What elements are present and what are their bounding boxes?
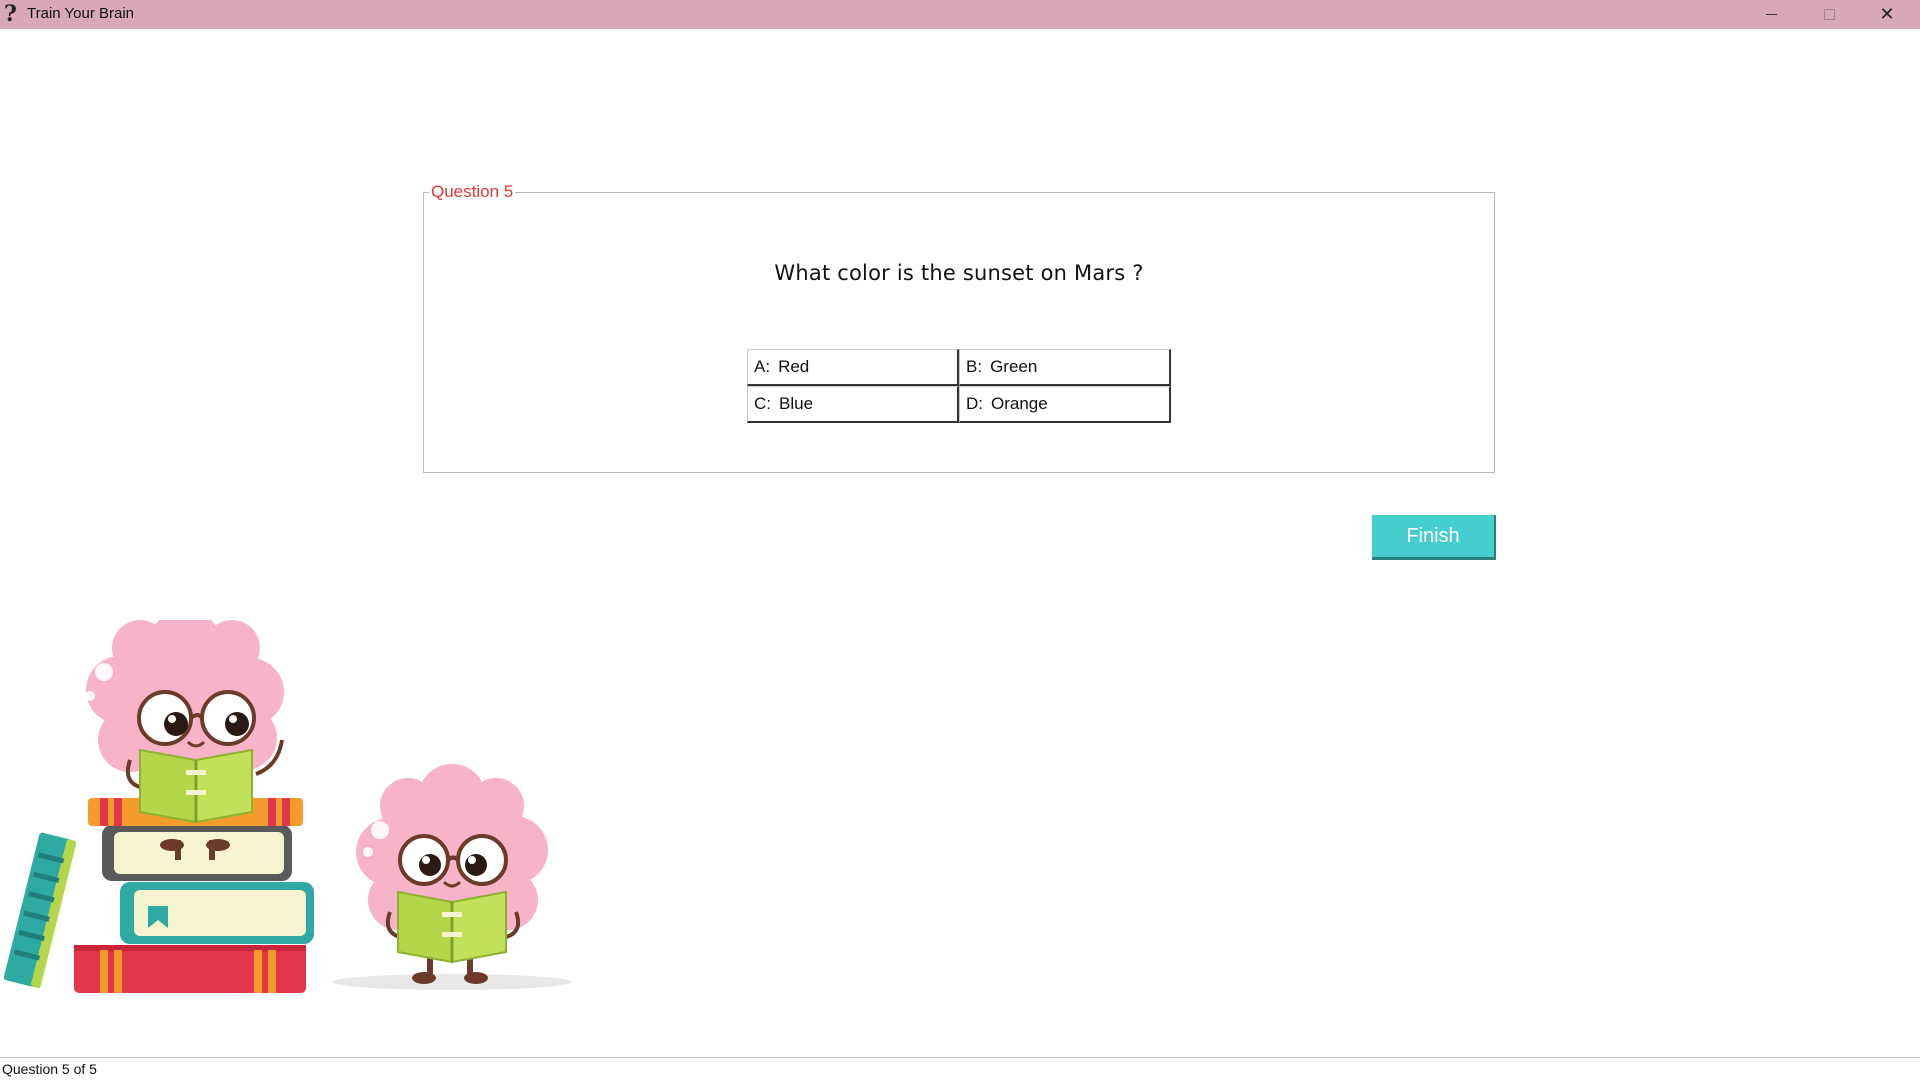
- answer-key: D:: [966, 394, 983, 413]
- brain-character-right: [356, 764, 548, 984]
- status-bar: Question 5 of 5: [0, 1057, 1920, 1080]
- minimize-icon: [1765, 14, 1777, 15]
- close-icon: ✕: [1879, 3, 1895, 25]
- maximize-button[interactable]: [1800, 0, 1858, 29]
- question-text: What color is the sunset on Mars ?: [774, 261, 1144, 285]
- minimize-button[interactable]: [1742, 0, 1800, 29]
- app-window: ? Train Your Brain ✕ Question 5 What col…: [0, 0, 1920, 1080]
- leaning-book: [3, 832, 77, 989]
- answer-key: C:: [754, 394, 771, 413]
- answer-key: B:: [966, 357, 983, 376]
- maximize-icon: [1823, 9, 1835, 20]
- answer-option-c[interactable]: C: Blue: [747, 386, 959, 423]
- answer-label: Green: [990, 357, 1038, 376]
- answer-key: A:: [754, 357, 771, 376]
- question-progress-text: Question 5 of 5: [2, 1061, 97, 1077]
- answer-label: Orange: [991, 394, 1048, 413]
- question-mark-icon: ?: [4, 1, 17, 27]
- brain-characters-illustration: [3, 620, 572, 993]
- answer-option-b[interactable]: B: Green: [959, 349, 1171, 386]
- answer-option-a[interactable]: A: Red: [747, 349, 959, 386]
- answer-label: Blue: [779, 394, 814, 413]
- title-bar[interactable]: ? Train Your Brain ✕: [0, 0, 1920, 29]
- answer-option-d[interactable]: D: Orange: [959, 386, 1171, 423]
- finish-button[interactable]: Finish: [1372, 515, 1496, 560]
- book-stack: [3, 798, 314, 993]
- close-button[interactable]: ✕: [1858, 0, 1916, 29]
- question-group: Question 5 What color is the sunset on M…: [423, 182, 1495, 473]
- window-title: Train Your Brain: [27, 5, 135, 22]
- question-group-title: Question 5: [429, 182, 516, 202]
- ground-shadow: [332, 974, 572, 990]
- answer-label: Red: [778, 357, 810, 376]
